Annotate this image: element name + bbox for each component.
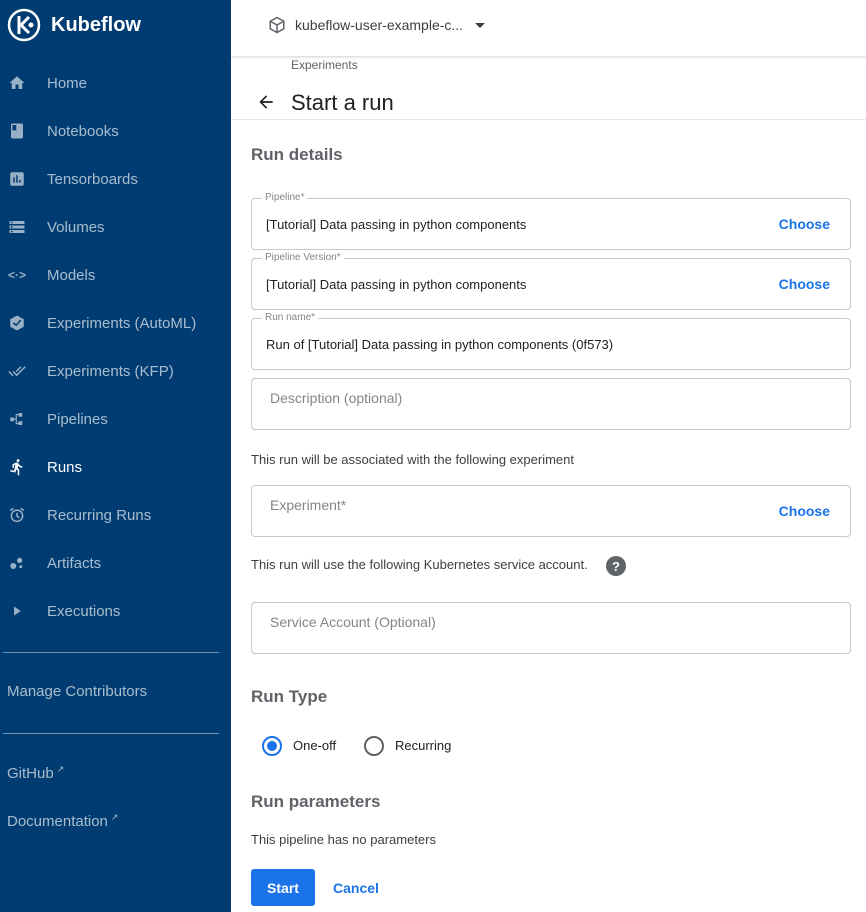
alarm-icon bbox=[8, 506, 26, 524]
sidebar-item-tensorboards[interactable]: Tensorboards bbox=[0, 155, 231, 203]
cancel-button[interactable]: Cancel bbox=[333, 880, 379, 896]
sidebar-item-label: Artifacts bbox=[47, 554, 102, 572]
run-icon bbox=[8, 458, 26, 476]
run-details-heading: Run details bbox=[251, 145, 343, 164]
sidebar-item-label: Runs bbox=[47, 458, 83, 476]
run-type-heading: Run Type bbox=[251, 687, 328, 706]
help-icon[interactable]: ? bbox=[606, 556, 626, 576]
sidebar-item-executions[interactable]: Executions bbox=[0, 587, 231, 635]
sidebar-item-notebooks[interactable]: Notebooks bbox=[0, 107, 231, 155]
external-link-icon: ↗ bbox=[110, 812, 119, 822]
run-name-legend: Run name* bbox=[262, 312, 319, 323]
pipeline-value: [Tutorial] Data passing in python compon… bbox=[266, 217, 527, 232]
experiment-note: This run will be associated with the fol… bbox=[251, 452, 574, 467]
service-account-placeholder: Service Account (Optional) bbox=[270, 614, 436, 630]
sidebar-item-label: Pipelines bbox=[47, 410, 108, 428]
sidebar-divider bbox=[3, 733, 219, 734]
run-name-value: Run of [Tutorial] Data passing in python… bbox=[266, 337, 614, 352]
sidebar-item-label: Volumes bbox=[47, 218, 105, 236]
one-off-radio[interactable] bbox=[262, 736, 282, 756]
code-arrows-icon: <·> bbox=[8, 268, 27, 282]
service-account-field[interactable]: Service Account (Optional) bbox=[251, 602, 851, 654]
pipeline-legend: Pipeline* bbox=[262, 192, 308, 203]
home-icon bbox=[8, 74, 26, 92]
page-title: Start a run bbox=[291, 90, 394, 115]
manage-contributors-link[interactable]: Manage Contributors bbox=[7, 683, 147, 700]
description-placeholder: Description (optional) bbox=[270, 390, 403, 406]
sidebar-item-label: Recurring Runs bbox=[47, 506, 152, 524]
top-bar: kubeflow-user-example-c... bbox=[231, 0, 866, 56]
sidebar-item-label: Home bbox=[47, 74, 88, 92]
namespace-selector[interactable]: kubeflow-user-example-c... bbox=[268, 14, 486, 36]
sidebar-item-recurring-runs[interactable]: Recurring Runs bbox=[0, 491, 231, 539]
sidebar-item-label: Models bbox=[47, 266, 96, 284]
pipeline-version-value: [Tutorial] Data passing in python compon… bbox=[266, 277, 527, 292]
choose-pipeline-button[interactable]: Choose bbox=[779, 216, 830, 232]
pipeline-icon bbox=[8, 410, 26, 428]
service-account-note: This run will use the following Kubernet… bbox=[251, 557, 588, 572]
github-link[interactable]: GitHub ↗ bbox=[7, 764, 64, 782]
external-link-icon: ↗ bbox=[56, 764, 65, 774]
caret-down-icon bbox=[475, 22, 486, 28]
sidebar-item-experiments-kfp[interactable]: Experiments (KFP) bbox=[0, 347, 231, 395]
notebook-icon bbox=[8, 122, 26, 140]
recurring-label[interactable]: Recurring bbox=[395, 738, 451, 753]
sidebar-item-artifacts[interactable]: Artifacts bbox=[0, 539, 231, 587]
sidebar-item-label: Experiments (KFP) bbox=[47, 362, 174, 380]
sidebar-item-home[interactable]: Home bbox=[0, 59, 231, 107]
back-arrow-icon[interactable] bbox=[256, 92, 276, 112]
sidebar-item-pipelines[interactable]: Pipelines bbox=[0, 395, 231, 443]
sidebar-item-experiments-automl[interactable]: Experiments (AutoML) bbox=[0, 299, 231, 347]
done-all-icon bbox=[8, 362, 26, 380]
experiment-placeholder: Experiment* bbox=[270, 497, 347, 513]
sidebar-item-volumes[interactable]: Volumes bbox=[0, 203, 231, 251]
choose-experiment-button[interactable]: Choose bbox=[779, 503, 830, 519]
start-button[interactable]: Start bbox=[251, 869, 315, 906]
kubeflow-logo[interactable]: Kubeflow bbox=[7, 8, 141, 42]
experiment-field[interactable]: Experiment* Choose bbox=[251, 485, 851, 537]
chart-icon bbox=[8, 170, 26, 188]
sidebar-item-label: Notebooks bbox=[47, 122, 119, 140]
namespace-label: kubeflow-user-example-c... bbox=[295, 17, 464, 33]
pipeline-field[interactable]: Pipeline* [Tutorial] Data passing in pyt… bbox=[251, 192, 851, 250]
recurring-radio[interactable] bbox=[364, 736, 384, 756]
choose-pipeline-version-button[interactable]: Choose bbox=[779, 276, 830, 292]
automl-icon bbox=[8, 314, 26, 332]
sidebar-divider bbox=[3, 652, 219, 653]
sidebar-item-label: Tensorboards bbox=[47, 170, 138, 188]
one-off-label[interactable]: One-off bbox=[293, 738, 336, 753]
sidebar-item-runs[interactable]: Runs bbox=[0, 443, 231, 491]
kubeflow-logo-icon bbox=[7, 8, 41, 42]
bubble-icon bbox=[8, 554, 26, 572]
app-name: Kubeflow bbox=[51, 13, 141, 36]
run-parameters-heading: Run parameters bbox=[251, 792, 381, 811]
pipeline-version-field[interactable]: Pipeline Version* [Tutorial] Data passin… bbox=[251, 252, 851, 310]
title-divider bbox=[231, 119, 866, 120]
breadcrumb[interactable]: Experiments bbox=[291, 58, 358, 72]
sidebar-item-models[interactable]: <·> Models bbox=[0, 251, 231, 299]
description-field[interactable]: Description (optional) bbox=[251, 378, 851, 430]
storage-icon bbox=[8, 218, 26, 236]
run-name-field[interactable]: Run name* Run of [Tutorial] Data passing… bbox=[251, 312, 851, 370]
sidebar-item-label: Experiments (AutoML) bbox=[47, 314, 197, 332]
no-parameters-note: This pipeline has no parameters bbox=[251, 832, 436, 847]
documentation-link[interactable]: Documentation ↗ bbox=[7, 812, 118, 830]
documentation-label: Documentation bbox=[7, 813, 108, 830]
pipeline-version-legend: Pipeline Version* bbox=[262, 252, 344, 263]
github-label: GitHub bbox=[7, 765, 54, 782]
cube-icon bbox=[269, 16, 285, 34]
play-icon bbox=[8, 602, 26, 620]
sidebar: Kubeflow Home Notebooks Tensorboards Vol… bbox=[0, 0, 231, 912]
sidebar-item-label: Executions bbox=[47, 602, 121, 620]
